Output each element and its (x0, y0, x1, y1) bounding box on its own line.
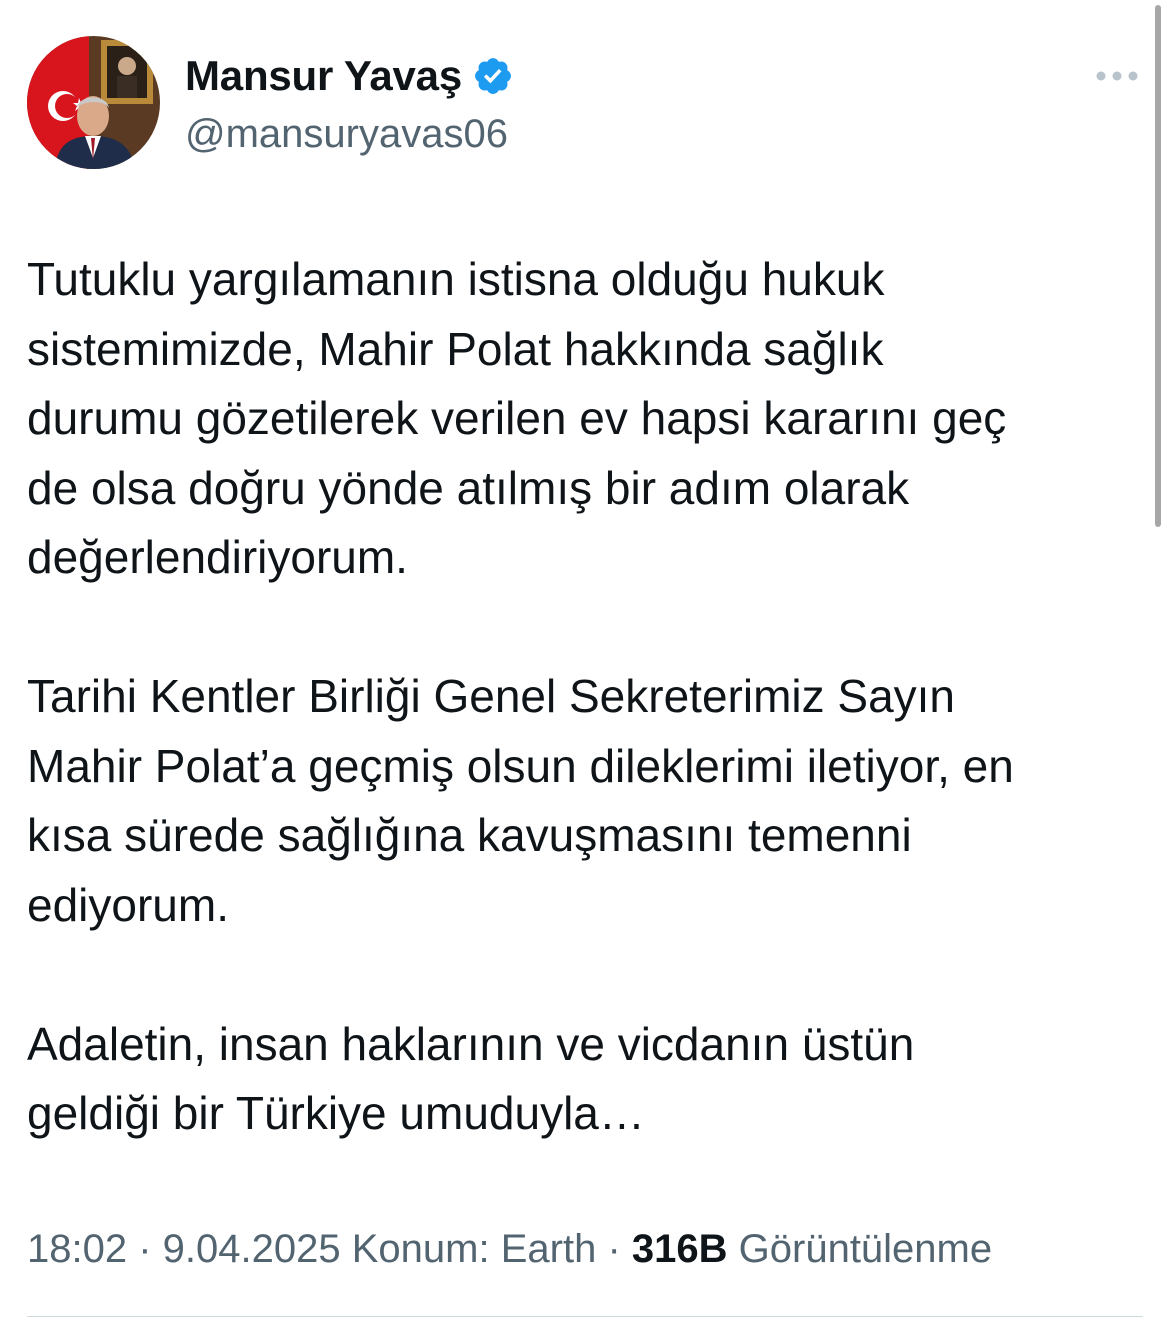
tweet-time[interactable]: 18:02 (27, 1227, 127, 1271)
views-label: Görüntülenme (738, 1227, 993, 1271)
more-options-icon[interactable] (1093, 60, 1141, 92)
scrollbar[interactable] (1155, 5, 1161, 527)
handle[interactable]: @mansuryavas06 (185, 112, 514, 157)
avatar[interactable] (27, 36, 160, 169)
profile-photo (27, 36, 160, 169)
meta-separator: · (138, 1227, 163, 1271)
views-count[interactable]: 316B (632, 1227, 728, 1271)
display-name-row: Mansur Yavaş (185, 50, 514, 102)
verified-badge-icon (472, 55, 514, 97)
divider (27, 1316, 1143, 1317)
display-name[interactable]: Mansur Yavaş (185, 52, 462, 100)
tweet-meta: 18:02 · 9.04.2025 Konum: Earth · 316B Gö… (27, 1227, 992, 1272)
tweet: Mansur Yavaş @mansuryavas06 Tutuklu yarg… (0, 0, 1170, 1337)
tweet-location: Konum: Earth (351, 1227, 597, 1271)
meta-separator: · (607, 1227, 632, 1271)
tweet-header: Mansur Yavaş @mansuryavas06 (27, 36, 1138, 170)
author-names: Mansur Yavaş @mansuryavas06 (185, 50, 514, 157)
tweet-text: Tutuklu yargılamanın istisna olduğu huku… (27, 253, 1014, 1139)
tweet-date[interactable]: 9.04.2025 (163, 1227, 341, 1271)
